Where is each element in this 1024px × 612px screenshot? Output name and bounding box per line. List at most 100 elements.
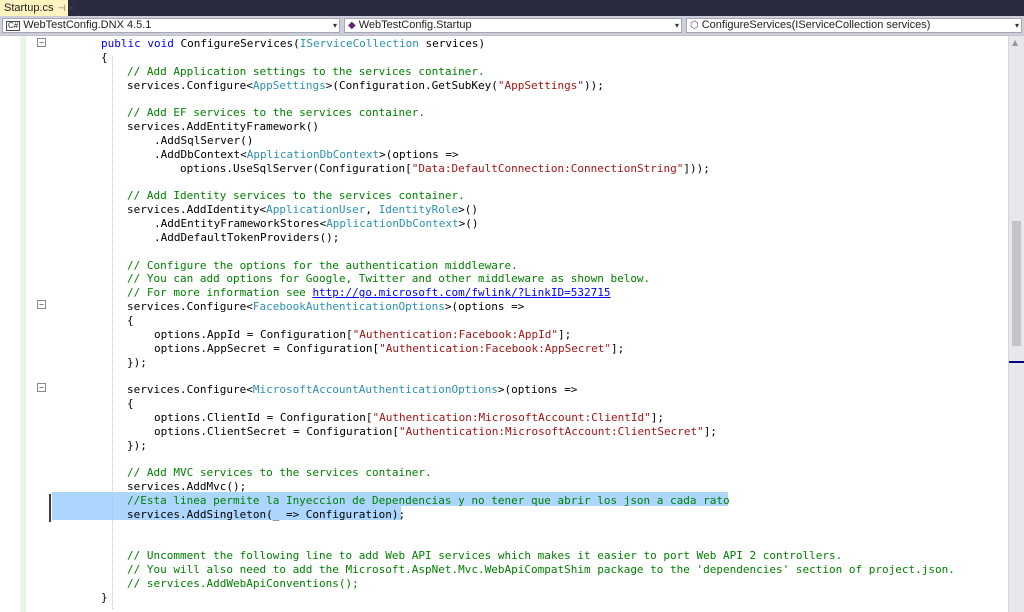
string-token: "AppSettings"	[497, 78, 584, 92]
code-token: >(Configuration.GetSubKey(	[325, 78, 498, 92]
code-line[interactable]: {	[101, 51, 108, 65]
tab-title: Startup.cs	[4, 2, 54, 14]
code-token: >()	[458, 203, 479, 217]
code-token: services)	[418, 37, 486, 50]
keyword-token: public	[101, 37, 148, 50]
code-token: services.Configure<	[127, 78, 253, 92]
close-icon[interactable]: ×	[68, 3, 74, 14]
indent-guide	[112, 56, 113, 609]
code-line[interactable]: options.ClientSecret = Configuration["Au…	[154, 425, 717, 439]
code-token: }	[101, 591, 108, 604]
code-line[interactable]: options.UseSqlServer(Configuration["Data…	[180, 162, 710, 176]
code-line[interactable]: services.Configure<FacebookAuthenticatio…	[127, 300, 524, 314]
code-token: services.AddSingleton(_ => Configuration…	[127, 507, 406, 521]
code-line[interactable]: {	[127, 314, 134, 328]
comment-token: // services.AddWebApiConventions();	[127, 577, 359, 591]
code-line[interactable]: options.AppId = Configuration["Authentic…	[154, 328, 571, 342]
code-line[interactable]: // You will also need to add the Microso…	[127, 563, 955, 577]
string-token: "Authentication:MicrosoftAccount:ClientI…	[372, 410, 651, 424]
code-token: ));	[583, 78, 604, 92]
collapse-region-icon[interactable]: −	[37, 300, 46, 309]
method-icon: ⬡	[690, 20, 699, 31]
code-editor[interactable]: public void ConfigureServices(IServiceCo…	[52, 36, 1008, 612]
code-line[interactable]: });	[127, 439, 147, 453]
code-line[interactable]: // You can add options for Google, Twitt…	[127, 272, 650, 286]
code-line[interactable]: .AddSqlServer()	[154, 134, 253, 148]
code-line[interactable]: services.AddEntityFramework()	[127, 120, 319, 134]
code-token: options.ClientSecret = Configuration[	[154, 424, 400, 438]
code-token: ConfigureServices(	[180, 37, 300, 50]
code-line[interactable]: //Esta linea permite la Inyeccion de Dep…	[127, 494, 730, 508]
code-line[interactable]: public void ConfigureServices(IServiceCo…	[101, 37, 485, 51]
project-dropdown[interactable]: C# WebTestConfig.DNX 4.5.1 ▾	[2, 18, 340, 33]
scroll-up-icon[interactable]: ▲	[1012, 38, 1018, 47]
chevron-down-icon[interactable]: ▾	[1015, 19, 1019, 32]
collapse-region-icon[interactable]: −	[37, 383, 46, 392]
code-token: });	[127, 438, 147, 452]
type-token: IServiceCollection	[299, 37, 419, 50]
code-line[interactable]: services.AddMvc();	[127, 480, 246, 494]
comment-token: // For more information see	[127, 286, 313, 300]
code-line[interactable]: services.Configure<MicrosoftAccountAuthe…	[127, 383, 577, 397]
code-token: ];	[703, 424, 717, 438]
code-line[interactable]: // Add MVC services to the services cont…	[127, 466, 432, 480]
scroll-position-marker	[1009, 361, 1024, 363]
tab-startup-cs[interactable]: Startup.cs ⊣ ×	[0, 0, 74, 16]
code-line[interactable]: services.Configure<AppSettings>(Configur…	[127, 79, 604, 93]
class-dropdown[interactable]: ◆ WebTestConfig.Startup ▾	[344, 18, 682, 33]
keyword-token: void	[147, 37, 181, 50]
type-token: MicrosoftAccountAuthenticationOptions	[252, 383, 498, 397]
string-token: "Authentication:MicrosoftAccount:ClientS…	[399, 424, 704, 438]
code-line[interactable]: }	[101, 591, 108, 605]
string-token: "Authentication:Facebook:AppSecret"	[379, 341, 611, 355]
link-token[interactable]: http://go.microsoft.com/fwlink/?LinkID=5…	[312, 286, 610, 299]
comment-token: // You can add options for Google, Twitt…	[127, 272, 651, 286]
member-dropdown[interactable]: ⬡ ConfigureServices(IServiceCollection se…	[686, 18, 1022, 33]
code-line[interactable]: // Add Application settings to the servi…	[127, 65, 485, 79]
caret-marker	[49, 494, 51, 522]
navigation-bar: C# WebTestConfig.DNX 4.5.1 ▾ ◆ WebTestConf…	[0, 16, 1024, 36]
code-token: options.UseSqlServer(Configuration[	[180, 161, 412, 175]
code-token: options.AppSecret = Configuration[	[154, 341, 380, 355]
code-token: });	[127, 355, 147, 369]
code-token: .AddSqlServer()	[154, 133, 254, 147]
code-token: .AddDbContext<	[154, 147, 247, 161]
code-line[interactable]: services.AddSingleton(_ => Configuration…	[127, 508, 405, 522]
code-token: options.AppId = Configuration[	[154, 327, 353, 341]
comment-token: // Add EF services to the services conta…	[127, 106, 426, 120]
comment-token: // You will also need to add the Microso…	[127, 563, 955, 577]
type-token: ApplicationDbContext	[326, 217, 459, 231]
code-line[interactable]: options.AppSecret = Configuration["Authe…	[154, 342, 624, 356]
chevron-down-icon[interactable]: ▾	[333, 19, 337, 32]
code-line[interactable]: // For more information see http://go.mi…	[127, 286, 610, 300]
class-dropdown-value: WebTestConfig.Startup	[358, 19, 472, 31]
code-line[interactable]: options.ClientId = Configuration["Authen…	[154, 411, 664, 425]
change-tracking-bar	[20, 36, 26, 612]
code-line[interactable]: services.AddIdentity<ApplicationUser, Id…	[127, 203, 478, 217]
type-token: AppSettings	[252, 78, 326, 92]
code-line[interactable]: .AddDefaultTokenProviders();	[154, 231, 339, 245]
type-token: ApplicationDbContext	[246, 147, 380, 161]
code-line[interactable]: });	[127, 356, 147, 370]
code-line[interactable]: .AddDbContext<ApplicationDbContext>(opti…	[154, 148, 459, 162]
chevron-down-icon[interactable]: ▾	[675, 19, 679, 32]
code-line[interactable]: // Uncomment the following line to add W…	[127, 549, 842, 563]
code-line[interactable]: // Add EF services to the services conta…	[127, 106, 425, 120]
code-token: services.Configure<	[127, 383, 253, 397]
scrollbar-thumb[interactable]	[1012, 221, 1021, 346]
comment-token: // Add Application settings to the servi…	[127, 64, 485, 78]
code-line[interactable]: // Configure the options for the authent…	[127, 259, 518, 273]
code-line[interactable]: .AddEntityFrameworkStores<ApplicationDbC…	[154, 217, 479, 231]
vertical-scrollbar[interactable]: ▲	[1008, 36, 1024, 612]
code-token: options.ClientId = Configuration[	[154, 410, 373, 424]
string-token: "Data:DefaultConnection:ConnectionString…	[411, 161, 684, 175]
collapse-region-icon[interactable]: −	[37, 38, 46, 47]
code-token: services.AddEntityFramework()	[127, 120, 320, 134]
code-line[interactable]: // Add Identity services to the services…	[127, 189, 465, 203]
code-token: ];	[610, 341, 625, 355]
code-line[interactable]: // services.AddWebApiConventions();	[127, 577, 359, 591]
code-line[interactable]: {	[127, 397, 134, 411]
pin-icon[interactable]: ⊣	[58, 3, 66, 13]
code-token: ,	[365, 203, 379, 217]
csharp-project-icon: C#	[6, 21, 21, 31]
